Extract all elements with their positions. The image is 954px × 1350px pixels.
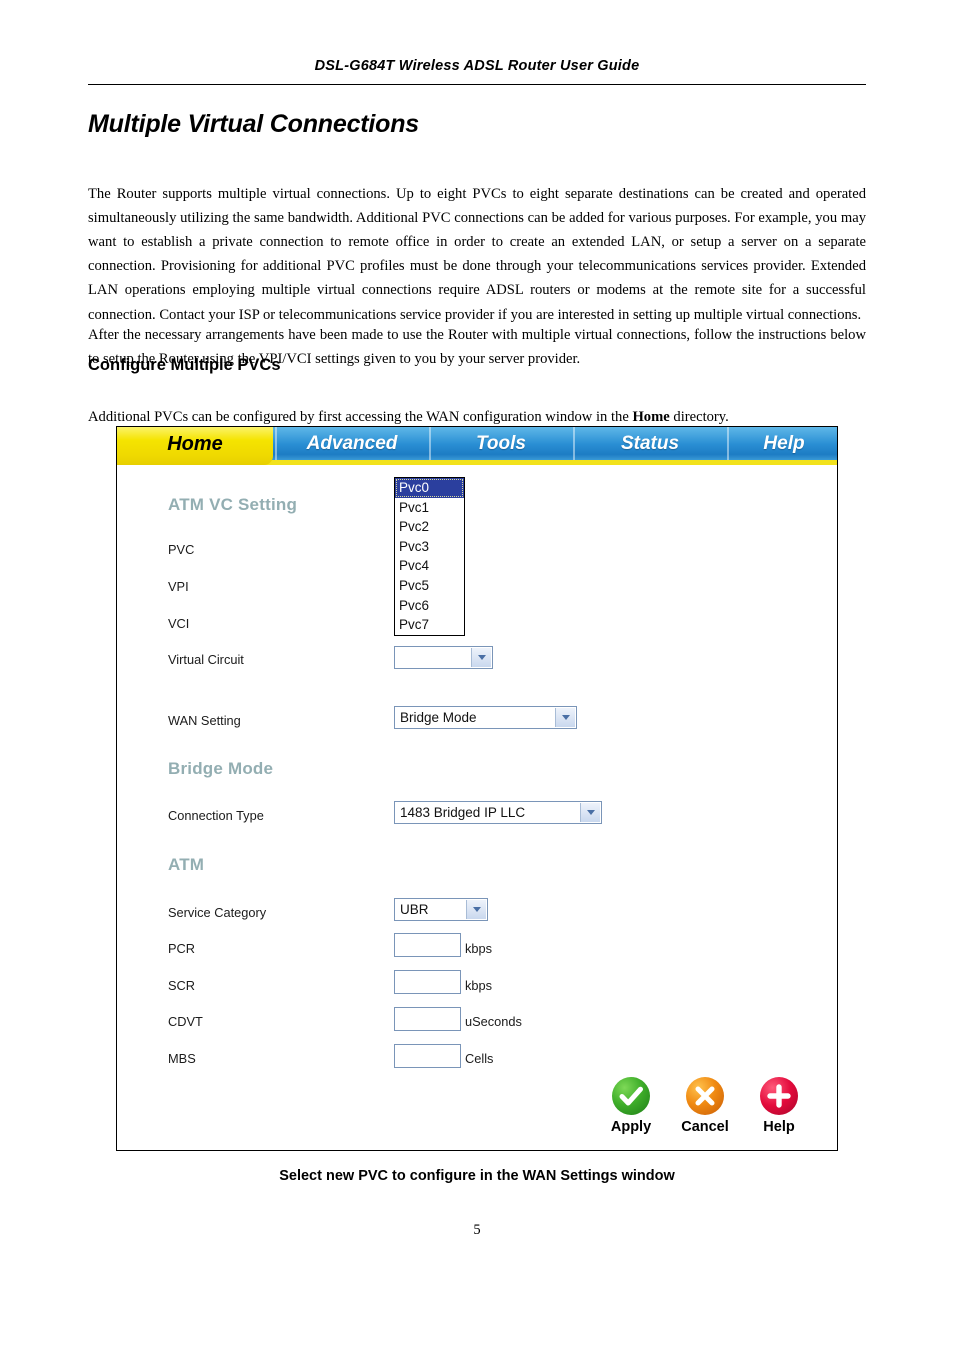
service-category-select[interactable]: UBR xyxy=(394,898,488,921)
paragraph-3-bold-home: Home xyxy=(632,408,670,425)
unit-scr: kbps xyxy=(465,978,493,993)
label-mbs: MBS xyxy=(168,1051,196,1066)
label-vci: VCI xyxy=(168,616,190,631)
unit-pcr: kbps xyxy=(465,941,493,956)
pvc-dropdown-list[interactable]: Pvc0 Pvc1 Pvc2 Pvc3 Pvc4 Pvc5 Pvc6 Pvc7 xyxy=(394,477,465,636)
section-subheading: Configure Multiple PVCs xyxy=(88,356,281,374)
cdvt-input[interactable] xyxy=(394,1007,461,1031)
connection-type-select[interactable]: 1483 Bridged IP LLC xyxy=(394,801,602,824)
help-button-label: Help xyxy=(763,1119,795,1135)
chevron-down-icon[interactable] xyxy=(555,708,575,727)
nav-tab-advanced[interactable]: Advanced xyxy=(275,427,427,460)
x-circle-icon xyxy=(686,1077,724,1115)
cancel-button[interactable]: Cancel xyxy=(669,1077,741,1136)
chevron-down-icon[interactable] xyxy=(471,648,491,667)
nav-tab-home[interactable]: Home xyxy=(117,427,273,465)
nav-tab-help[interactable]: Help xyxy=(727,427,837,460)
apply-button-label: Apply xyxy=(610,1119,652,1135)
page-number: 5 xyxy=(473,1222,481,1238)
label-pcr: PCR xyxy=(168,941,196,956)
virtual-circuit-select[interactable] xyxy=(394,646,493,669)
body-paragraph-1: The Router supports multiple virtual con… xyxy=(88,185,866,323)
pvc-option-7[interactable]: Pvc7 xyxy=(395,615,464,635)
paragraph-3-text-after: directory. xyxy=(669,408,729,425)
section-heading-atm-vc-setting: ATM VC Setting xyxy=(168,495,298,514)
section-heading-bridge-mode: Bridge Mode xyxy=(168,759,274,778)
connection-type-select-value: 1483 Bridged IP LLC xyxy=(400,805,526,820)
label-cdvt: CDVT xyxy=(168,1014,203,1029)
pvc-option-4[interactable]: Pvc4 xyxy=(395,556,464,576)
cancel-button-label: Cancel xyxy=(681,1119,729,1135)
router-ui-screenshot: Advanced Tools Status Help Home ATM VC S… xyxy=(116,426,838,1151)
label-wan-setting: WAN Setting xyxy=(168,713,241,728)
page-title: Multiple Virtual Connections xyxy=(88,110,419,138)
plus-circle-icon xyxy=(760,1077,798,1115)
label-pvc: PVC xyxy=(168,542,195,557)
pvc-option-5[interactable]: Pvc5 xyxy=(395,576,464,596)
section-heading-atm: ATM xyxy=(168,855,205,874)
service-category-select-value: UBR xyxy=(400,902,429,917)
check-circle-icon xyxy=(612,1077,650,1115)
scr-input[interactable] xyxy=(394,970,461,994)
pvc-option-0[interactable]: Pvc0 xyxy=(395,478,464,498)
unit-cdvt: uSeconds xyxy=(465,1014,522,1029)
nav-tab-tools[interactable]: Tools xyxy=(429,427,571,460)
document-page: DSL-G684T Wireless ADSL Router User Guid… xyxy=(0,0,954,1350)
paragraph-3-text-before: Additional PVCs can be configured by fir… xyxy=(88,408,633,425)
apply-button[interactable]: Apply xyxy=(595,1077,667,1136)
chevron-down-icon[interactable] xyxy=(466,900,486,919)
label-scr: SCR xyxy=(168,978,196,993)
chevron-down-icon[interactable] xyxy=(580,803,600,822)
header-rule xyxy=(88,84,866,85)
pvc-option-2[interactable]: Pvc2 xyxy=(395,517,464,537)
label-vpi: VPI xyxy=(168,579,189,594)
wan-setting-select-value: Bridge Mode xyxy=(400,710,477,725)
pvc-option-3[interactable]: Pvc3 xyxy=(395,537,464,557)
label-connection-type: Connection Type xyxy=(168,808,264,823)
wan-setting-select[interactable]: Bridge Mode xyxy=(394,706,577,729)
nav-tab-status[interactable]: Status xyxy=(573,427,725,460)
help-button[interactable]: Help xyxy=(743,1077,815,1136)
pcr-input[interactable] xyxy=(394,933,461,957)
pvc-option-1[interactable]: Pvc1 xyxy=(395,498,464,518)
unit-mbs: Cells xyxy=(465,1051,494,1066)
label-service-category: Service Category xyxy=(168,905,267,920)
running-header: DSL-G684T Wireless ADSL Router User Guid… xyxy=(314,58,640,74)
figure-caption: Select new PVC to configure in the WAN S… xyxy=(279,1168,675,1184)
mbs-input[interactable] xyxy=(394,1044,461,1068)
label-virtual-circuit: Virtual Circuit xyxy=(168,652,244,667)
pvc-option-6[interactable]: Pvc6 xyxy=(395,596,464,616)
router-nav-bar: Advanced Tools Status Help Home xyxy=(117,427,837,465)
